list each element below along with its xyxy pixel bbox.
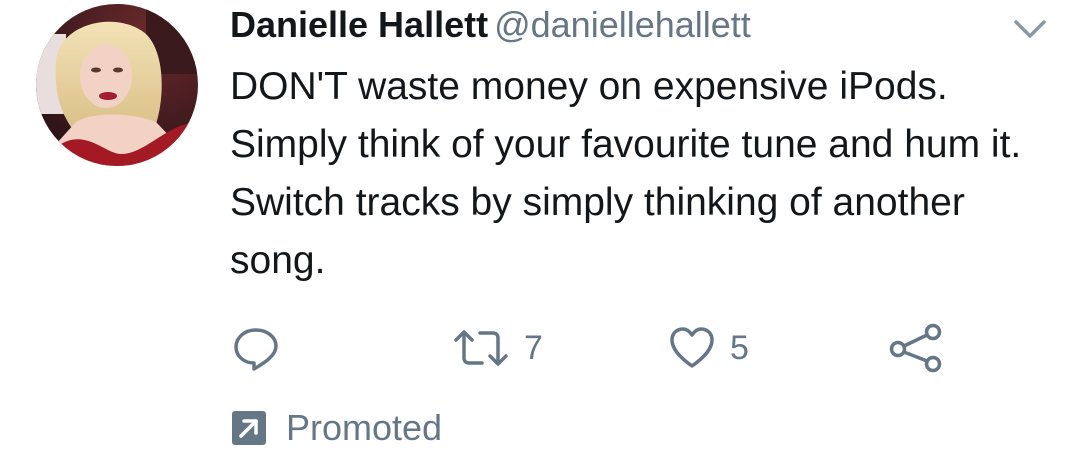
chevron-down-icon bbox=[1014, 20, 1046, 38]
share-button[interactable] bbox=[888, 318, 944, 378]
promoted-label[interactable]: Promoted bbox=[232, 404, 442, 452]
retweet-count: 7 bbox=[524, 328, 543, 367]
profile-photo bbox=[36, 4, 198, 166]
promoted-arrow-icon bbox=[232, 411, 266, 445]
tweet-menu-button[interactable] bbox=[1010, 14, 1050, 42]
retweet-icon bbox=[454, 330, 508, 366]
tweet-actions: 7 5 bbox=[0, 318, 1080, 378]
author-name[interactable]: Danielle Hallett bbox=[230, 4, 488, 45]
reply-icon bbox=[234, 328, 278, 371]
retweet-button[interactable]: 7 bbox=[452, 318, 543, 378]
reply-button[interactable] bbox=[232, 318, 294, 378]
like-count: 5 bbox=[730, 328, 749, 367]
share-icon bbox=[889, 323, 942, 373]
tweet-text: DON'T waste money on expensive iPods. Si… bbox=[230, 65, 1022, 282]
promoted-text: Promoted bbox=[286, 407, 443, 448]
tweet-header: Danielle Hallett @daniellehallett bbox=[230, 2, 751, 48]
author-handle[interactable]: @daniellehallett bbox=[494, 4, 751, 45]
avatar[interactable] bbox=[36, 4, 198, 166]
heart-icon bbox=[670, 327, 714, 368]
like-button[interactable]: 5 bbox=[668, 318, 749, 378]
tweet-card[interactable]: Danielle Hallett @daniellehallett DON'T w… bbox=[0, 0, 1080, 474]
